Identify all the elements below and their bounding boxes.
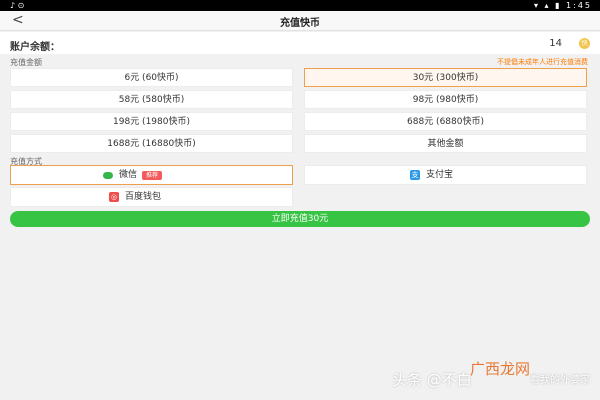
amount-section-label: 充值金额 xyxy=(10,58,42,67)
amount-option-198[interactable]: 198元 (1980快币) xyxy=(10,112,293,131)
recharge-page: ♪ ⊙ ▾ ▴ ▮ 1:45 < 充值快币 账户余额： 14 快 充值金额 不提… xyxy=(0,0,600,400)
right-watermark: 看我的外婆家 xyxy=(530,375,590,386)
amount-option-98[interactable]: 98元 (980快币) xyxy=(304,90,587,109)
baidu-wallet-icon: ◎ xyxy=(109,192,119,202)
amount-option-30-selected[interactable]: 30元 (300快币) xyxy=(304,68,587,87)
brand-watermark: 广西龙网 xyxy=(470,360,531,378)
status-bar: ♪ ⊙ ▾ ▴ ▮ 1:45 xyxy=(0,0,600,11)
amount-option-688[interactable]: 688元 (6880快币) xyxy=(304,112,587,131)
status-left-icons: ♪ ⊙ xyxy=(10,1,25,10)
amount-option-1688[interactable]: 1688元 (16880快币) xyxy=(10,134,293,153)
status-right-info: ▾ ▴ ▮ 1:45 xyxy=(533,1,592,10)
recommended-badge: 推荐 xyxy=(142,170,163,180)
alipay-option[interactable]: 支 支付宝 xyxy=(304,165,587,185)
balance-value: 14 xyxy=(549,38,562,49)
amount-option-6[interactable]: 6元 (60快币) xyxy=(10,68,293,87)
baidu-wallet-label: 百度钱包 xyxy=(125,191,162,202)
recharge-now-button[interactable]: 立即充值30元 xyxy=(10,211,590,227)
alipay-icon: 支 xyxy=(410,170,420,180)
page-title: 充值快币 xyxy=(280,18,320,29)
account-balance-row: 账户余额： 14 快 xyxy=(0,32,600,54)
coin-icon: 快 xyxy=(579,38,590,49)
headline-watermark: 头条 @不白 xyxy=(392,371,472,389)
baidu-wallet-option[interactable]: ◎ 百度钱包 xyxy=(10,187,293,207)
other-amount-option[interactable]: 其他金额 xyxy=(304,134,587,153)
wechat-icon xyxy=(103,171,113,179)
amount-option-58[interactable]: 58元 (580快币) xyxy=(10,90,293,109)
wechat-pay-option[interactable]: 微信 推荐 xyxy=(10,165,293,185)
wechat-label: 微信 xyxy=(119,169,138,180)
balance-label: 账户余额： xyxy=(10,42,60,53)
top-navigation-bar: < 充值快币 xyxy=(0,11,600,31)
minor-notice: 不提倡未成年人进行充值消费 xyxy=(497,58,588,66)
alipay-label: 支付宝 xyxy=(426,169,454,180)
